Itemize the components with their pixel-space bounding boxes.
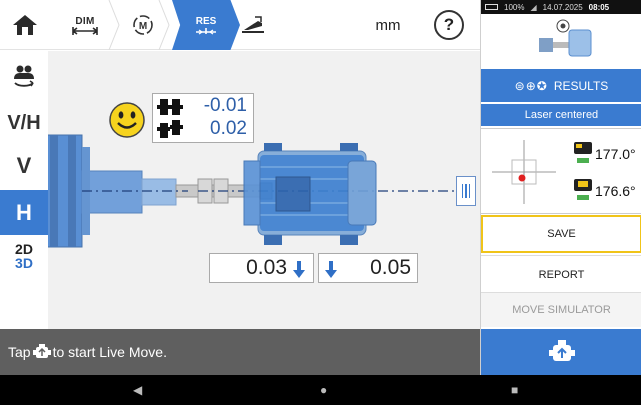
laser-status: Laser centered bbox=[481, 104, 641, 126]
sensor-panel: 177.0° 176.6° bbox=[481, 128, 641, 214]
view-horizontal-button[interactable]: H bbox=[0, 190, 48, 235]
results-header[interactable]: ⊜⊕✪ RESULTS bbox=[481, 69, 641, 102]
view-vh-button[interactable]: V/H bbox=[0, 100, 48, 146]
sensor-angle-2: 176.6° bbox=[595, 183, 636, 199]
system-date: 14.07.2025 bbox=[542, 2, 583, 12]
front-foot-value-box[interactable]: 0.03 bbox=[209, 253, 314, 283]
battery-level: 100% bbox=[504, 2, 525, 12]
live-move-icon bbox=[548, 340, 575, 361]
sensor-head-icon bbox=[574, 142, 592, 163]
offset-icon bbox=[157, 120, 183, 138]
offset-value: 0.02 bbox=[210, 118, 247, 139]
view-vertical-button[interactable]: V bbox=[0, 146, 48, 186]
nav-back-button[interactable]: ◀ bbox=[133, 383, 142, 397]
machine-thumbnail-icon[interactable] bbox=[535, 16, 595, 62]
status-prefix: Tap bbox=[8, 344, 31, 360]
dimensions-icon bbox=[72, 26, 98, 35]
breadcrumb-divider bbox=[158, 0, 170, 50]
results-icon bbox=[196, 27, 216, 34]
sensor-reading-2: 176.6° bbox=[573, 178, 641, 208]
machine-train-view: -0.01 0.02 0.03 0.05 bbox=[48, 51, 480, 329]
view-3d-label: 3D bbox=[15, 255, 33, 271]
measure-icon: M bbox=[133, 15, 153, 35]
measurement-mode-icons: ⊜⊕✪ bbox=[514, 78, 548, 93]
live-move-icon bbox=[32, 344, 51, 358]
status-suffix: to start Live Move. bbox=[52, 344, 167, 360]
coupling-results[interactable]: -0.01 0.02 bbox=[152, 93, 254, 143]
dimensions-label: DIM bbox=[75, 15, 95, 27]
laser-target-icon bbox=[492, 140, 556, 204]
back-foot-value-box[interactable]: 0.05 bbox=[318, 253, 418, 283]
machine-view-button[interactable] bbox=[0, 51, 48, 100]
unit-selector[interactable]: mm bbox=[360, 0, 416, 50]
system-status-bar: 100% ◢ 14.07.2025 08:05 bbox=[481, 0, 641, 14]
gap-value: -0.01 bbox=[203, 95, 247, 116]
live-move-button[interactable] bbox=[481, 329, 641, 375]
move-simulator-button[interactable]: MOVE SIMULATOR bbox=[481, 292, 641, 327]
move-button[interactable] bbox=[228, 0, 278, 50]
machine-view-icon bbox=[14, 65, 34, 87]
reflector-head-icon bbox=[574, 179, 592, 200]
battery-icon bbox=[485, 4, 498, 10]
move-icon bbox=[242, 16, 264, 33]
front-foot-value: 0.03 bbox=[246, 256, 287, 279]
smiley-good-icon bbox=[109, 102, 145, 138]
arrow-down-icon bbox=[325, 261, 337, 278]
svg-text:M: M bbox=[139, 21, 147, 32]
help-icon: ? bbox=[434, 10, 464, 40]
nav-home-button[interactable]: ● bbox=[320, 383, 327, 397]
nav-recent-button[interactable]: ■ bbox=[511, 383, 518, 397]
gap-icon bbox=[157, 99, 183, 115]
results-tab-label: RES bbox=[195, 15, 217, 27]
movable-machine bbox=[243, 143, 377, 245]
sensor-reading-1: 177.0° bbox=[573, 141, 641, 171]
machine-train-drawing bbox=[48, 134, 468, 248]
save-button[interactable]: SAVE bbox=[481, 215, 641, 253]
results-label: RESULTS bbox=[553, 78, 609, 93]
report-button[interactable]: REPORT bbox=[481, 255, 641, 293]
home-icon bbox=[13, 15, 37, 35]
arrow-down-icon bbox=[293, 261, 305, 278]
top-toolbar: DIM M RES mm ? bbox=[0, 0, 480, 50]
back-foot-value: 0.05 bbox=[370, 256, 411, 279]
sensor-angle-1: 177.0° bbox=[595, 146, 636, 162]
panel-drag-handle[interactable] bbox=[456, 176, 476, 206]
view-2d-label: 2D bbox=[15, 241, 33, 257]
system-time: 08:05 bbox=[588, 2, 610, 12]
help-button[interactable]: ? bbox=[424, 0, 474, 50]
dimensions-button[interactable]: DIM bbox=[60, 0, 110, 50]
home-button[interactable] bbox=[0, 0, 50, 50]
android-nav-bar: ◀ ● ■ bbox=[0, 375, 641, 405]
view-2d-3d-toggle[interactable]: 2D 3D bbox=[0, 236, 48, 276]
signal-icon: ◢ bbox=[530, 2, 537, 12]
status-bar: Tap to start Live Move. bbox=[0, 329, 480, 375]
right-panel: 100% ◢ 14.07.2025 08:05 ⊜⊕✪ RESULTS Lase… bbox=[480, 0, 641, 375]
